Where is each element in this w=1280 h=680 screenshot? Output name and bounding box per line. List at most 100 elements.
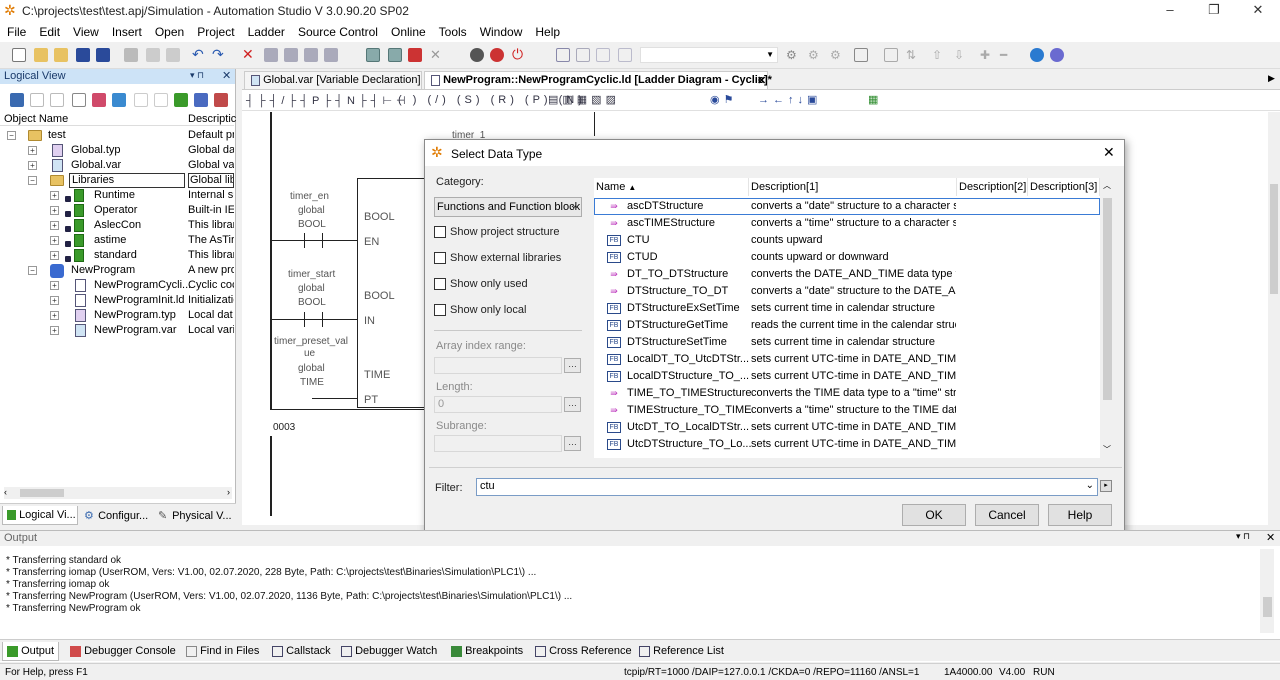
window2-icon[interactable] [576,48,590,62]
var-timer-en[interactable]: timer_en [290,191,329,202]
expand-icon[interactable]: + [50,251,59,260]
sort-icon[interactable]: ⇅ [906,48,920,62]
comment-icon[interactable] [596,48,610,62]
show-only-used-checkbox[interactable] [434,278,446,290]
length-browse[interactable]: … [564,397,581,412]
expand-icon[interactable]: + [50,296,59,305]
col-description-3[interactable]: Description[3] [1028,178,1100,196]
output-pin-icon[interactable]: ▾ ⊓ [1236,531,1250,542]
window-icon[interactable] [556,48,570,62]
open-folder-icon[interactable] [54,48,68,62]
debug-icon[interactable] [490,48,504,62]
ladder-insert-icons[interactable]: →←↑↓▣ [758,93,821,106]
tree-item-global-typ[interactable]: + Global.typ Global da [0,143,234,158]
data-type-row[interactable]: FB DTStructureSetTime sets current time in… [594,334,1100,351]
transfer-icon[interactable] [304,48,318,62]
restore-button[interactable]: ❐ [1192,0,1236,22]
collapse-icon[interactable]: − [7,131,16,140]
scroll-tabs-icon[interactable]: ▶ [1268,73,1275,84]
ladder-misc-icon[interactable]: ▦ [868,93,882,106]
up2-icon[interactable]: ⇩ [954,48,968,62]
filter-input[interactable]: ctu ⌄ [476,478,1098,496]
build-icon[interactable] [264,48,278,62]
ladder-nav-icons[interactable]: ◉⚑ [710,93,737,106]
chart-icon[interactable] [884,48,898,62]
open-project-icon[interactable] [34,48,48,62]
up-icon[interactable]: ⇧ [932,48,946,62]
lv-icon-8[interactable] [154,93,168,107]
minimize-button[interactable]: – [1148,0,1192,22]
data-type-row[interactable]: FB LocalDT_TO_UtcDTStr... sets current UTC… [594,351,1100,368]
menu-online[interactable]: Online [384,22,432,39]
output-close-icon[interactable]: ✕ [1266,531,1275,544]
data-type-row[interactable]: ⇛ TIMEStructure_TO_TIME converts a "time" … [594,402,1100,419]
tab-logical-view[interactable]: Logical Vi... [2,506,78,525]
refresh-icon[interactable] [854,48,868,62]
tree-item-global-var[interactable]: + Global.var Global va [0,158,234,173]
remove-icon[interactable] [408,48,422,62]
menu-help[interactable]: Help [528,22,566,39]
find3-icon[interactable]: ⚙ [830,48,844,62]
insert-icon[interactable]: ✚ [980,48,994,62]
tree-item-standard[interactable]: + standard This librar [0,248,234,263]
comment2-icon[interactable] [618,48,632,62]
expand-icon[interactable]: + [50,311,59,320]
lv-icon-9[interactable] [174,93,188,107]
contact-en[interactable] [272,240,357,241]
close-panel-icon[interactable]: ✕ [222,69,231,82]
expand-icon[interactable]: + [28,146,37,155]
cancel-button[interactable]: Cancel [975,504,1039,526]
show-only-used-label[interactable]: Show only used [450,278,528,290]
output-vscrollbar[interactable] [1260,549,1274,633]
paste-icon[interactable] [166,48,180,62]
tab-reference-list[interactable]: Reference List [635,642,728,661]
lv-icon-1[interactable] [10,93,24,107]
find-icon[interactable]: ⚙ [786,48,800,62]
var-timer-preset[interactable]: timer_preset_val [274,336,348,347]
pin-icon[interactable]: ▾ ⊓ [190,70,204,81]
menu-ladder[interactable]: Ladder [241,22,291,39]
redo-icon[interactable]: ↷ [212,47,226,62]
tree-item-test[interactable]: − test Default pr [0,128,234,143]
expand-icon[interactable]: + [50,281,59,290]
tree-item-newprogramcyclic[interactable]: + NewProgramCycli... Cyclic coc [0,278,234,293]
lv-icon-3[interactable] [50,93,64,107]
tab-debugger-watch[interactable]: Debugger Watch [337,642,441,661]
monitor-icon[interactable] [470,48,484,62]
menu-window[interactable]: Window [473,22,529,39]
data-type-list[interactable]: Name ▲ Description[1] Description[2] Des… [594,178,1100,458]
expand-icon[interactable]: + [50,326,59,335]
lv-icon-6[interactable] [112,93,126,107]
power-icon[interactable]: ⏻ [512,47,526,62]
data-type-row[interactable]: FB LocalDTStructure_TO_... sets current UT… [594,368,1100,385]
tab-configuration-view[interactable]: ⚙ Configur... [80,506,152,525]
col-object-name[interactable]: Object Name [4,113,68,125]
category-select[interactable]: Functions and Function block ⌄ [434,197,582,217]
data-type-row[interactable]: ⇛ DT_TO_DTStructure converts the DATE_AND_… [594,266,1100,283]
ok-button[interactable]: OK [902,504,966,526]
tree-item-asleccon[interactable]: + AslecCon This librar [0,218,234,233]
tab-breakpoints[interactable]: Breakpoints [447,642,527,661]
close-doc-icon[interactable]: ✕ [430,48,444,62]
tab-output[interactable]: Output [2,642,60,661]
help-icon[interactable] [1050,48,1064,62]
undo-icon[interactable]: ↶ [192,47,206,62]
data-type-row[interactable]: ⇛ TIME_TO_TIMEStructure converts the TIME … [594,385,1100,402]
tab-callstack[interactable]: Callstack [268,642,335,661]
find2-icon[interactable]: ⚙ [808,48,822,62]
expand-icon[interactable]: + [50,236,59,245]
tab-cross-reference[interactable]: Cross Reference [531,642,636,661]
close-window-button[interactable]: ✕ [1236,0,1280,22]
data-type-row[interactable]: ⇛ DTStructure_TO_DT converts a "date" stru… [594,283,1100,300]
data-type-row[interactable]: ⇛ ascTIMEStructure converts a "time" struc… [594,215,1100,232]
tree-item-astime[interactable]: + astime The AsTir [0,233,234,248]
cut-icon[interactable] [124,48,138,62]
save-icon[interactable] [76,48,90,62]
lv-icon-4[interactable] [72,93,86,107]
show-external-libraries-checkbox[interactable] [434,252,446,264]
menu-insert[interactable]: Insert [105,22,148,39]
tree-item-newprogram[interactable]: − NewProgram A new pro [0,263,234,278]
grid-icon[interactable] [366,48,380,62]
globe-icon[interactable] [1030,48,1044,62]
tree-item-runtime[interactable]: + Runtime Internal su [0,188,234,203]
